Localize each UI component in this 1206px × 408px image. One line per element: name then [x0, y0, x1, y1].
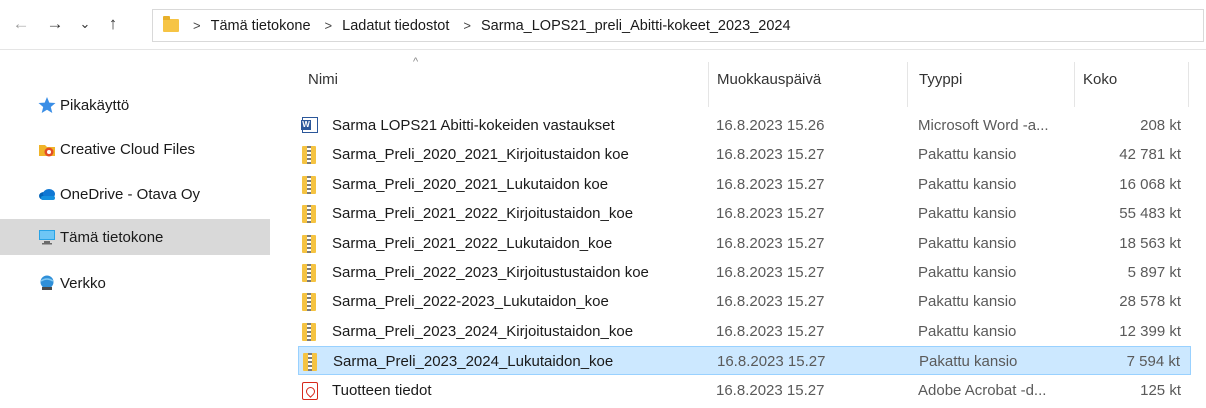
sidebar-item-quick-access[interactable]: Pikakäyttö: [0, 87, 270, 123]
file-size: 42 781 kt: [1119, 146, 1181, 164]
up-arrow-icon[interactable]: ↑: [100, 10, 126, 38]
back-arrow-icon[interactable]: ←: [8, 10, 34, 38]
file-type: Pakattu kansio: [918, 175, 1017, 193]
sidebar-item-label: Creative Cloud Files: [60, 140, 196, 158]
creative-cloud-icon: [39, 145, 55, 157]
file-row[interactable]: Sarma_Preli_2021_2022_Lukutaidon_koe 16.8…: [298, 229, 1191, 258]
file-row[interactable]: Tuotteen tiedot 16.8.2023 15.27 Adobe Acro…: [298, 376, 1191, 405]
file-name: Sarma_Preli_2021_2022_Kirjoitustaidon_ko…: [332, 205, 634, 223]
sidebar-item-label: Pikakäyttö: [60, 96, 130, 114]
folder-icon: [163, 16, 179, 32]
file-type: Pakattu kansio: [918, 293, 1017, 311]
sidebar-item-this-pc[interactable]: Tämä tietokone: [0, 219, 270, 255]
file-type: Microsoft Word -a...: [918, 117, 1049, 134]
forward-arrow-icon[interactable]: →: [42, 10, 68, 38]
onedrive-cloud-icon: [39, 189, 55, 200]
file-size: 16 068 kt: [1119, 175, 1181, 193]
sidebar-item-label: Verkko: [60, 274, 106, 292]
file-name: Sarma_Preli_2021_2022_Lukutaidon_koe: [332, 234, 613, 252]
breadcrumb-downloads[interactable]: Ladatut tiedostot: [342, 18, 449, 34]
file-name: Sarma_Preli_2022_2023_Kirjoitustustaidon…: [332, 264, 649, 281]
zip-folder-icon: [302, 175, 318, 194]
file-date-modified: 16.8.2023 15.27: [716, 264, 825, 281]
file-date-modified: 16.8.2023 15.27: [716, 293, 825, 311]
file-size: 12 399 kt: [1119, 322, 1181, 340]
file-name: Sarma_Preli_2023_2024_Lukutaidon_koe: [333, 353, 614, 371]
file-date-modified: 16.8.2023 15.27: [716, 175, 825, 193]
zip-folder-icon: [302, 293, 318, 312]
network-icon: [40, 275, 54, 290]
pane-splitter[interactable]: [270, 51, 271, 408]
column-divider[interactable]: [907, 62, 908, 107]
file-row[interactable]: W Sarma LOPS21 Abitti-kokeiden vastaukset…: [298, 111, 1191, 140]
breadcrumb-separator[interactable]: >: [463, 18, 471, 33]
file-date-modified: 16.8.2023 15.27: [716, 146, 825, 164]
file-name: Sarma_Preli_2020_2021_Lukutaidon koe: [332, 175, 609, 193]
file-name: Sarma LOPS21 Abitti-kokeiden vastaukset: [332, 117, 615, 134]
file-date-modified: 16.8.2023 15.27: [717, 353, 826, 371]
word-document-icon: W: [301, 117, 318, 134]
file-size: 208 kt: [1140, 117, 1181, 134]
file-row[interactable]: Sarma_Preli_2020_2021_Lukutaidon koe 16.8…: [298, 170, 1191, 199]
zip-folder-icon: [302, 205, 318, 224]
file-date-modified: 16.8.2023 15.27: [716, 205, 825, 223]
navigation-bar: ← → ⌄ ↑ > Tämä tietokone > Ladatut tiedo…: [0, 0, 1206, 50]
breadcrumb-current-folder[interactable]: Sarma_LOPS21_preli_Abitti-kokeet_2023_20…: [481, 18, 791, 34]
file-size: 28 578 kt: [1119, 293, 1181, 311]
file-row[interactable]: Sarma_Preli_2022_2023_Kirjoitustustaidon…: [298, 258, 1191, 287]
zip-folder-icon: [302, 264, 318, 282]
column-header-size[interactable]: Koko: [1083, 51, 1183, 107]
file-size: 125 kt: [1140, 381, 1181, 399]
file-name: Sarma_Preli_2023_2024_Kirjoitustaidon_ko…: [332, 322, 634, 340]
address-bar[interactable]: > Tämä tietokone > Ladatut tiedostot > S…: [152, 9, 1204, 42]
file-type: Pakattu kansio: [918, 205, 1017, 223]
breadcrumb-separator[interactable]: >: [325, 18, 333, 33]
sidebar-item-label: OneDrive - Otava Oy: [60, 185, 201, 203]
pdf-document-icon: [302, 381, 318, 400]
file-date-modified: 16.8.2023 15.27: [716, 381, 825, 399]
column-header-date-modified[interactable]: Muokkauspäivä: [717, 51, 907, 107]
file-date-modified: 16.8.2023 15.26: [716, 117, 825, 134]
file-row[interactable]: Sarma_Preli_2021_2022_Kirjoitustaidon_ko…: [298, 199, 1191, 228]
file-type: Pakattu kansio: [919, 353, 1018, 371]
file-size: 7 594 kt: [1126, 353, 1180, 371]
breadcrumb-separator[interactable]: >: [193, 18, 201, 33]
zip-folder-icon: [302, 146, 318, 165]
file-name: Tuotteen tiedot: [332, 381, 432, 399]
sidebar-item-network[interactable]: Verkko: [0, 265, 270, 301]
sidebar-item-label: Tämä tietokone: [60, 228, 164, 246]
file-type: Adobe Acrobat -d...: [918, 381, 1047, 399]
file-type: Pakattu kansio: [918, 322, 1017, 340]
file-size: 55 483 kt: [1119, 205, 1181, 223]
file-name: Sarma_Preli_2022-2023_Lukutaidon_koe: [332, 293, 609, 311]
file-date-modified: 16.8.2023 15.27: [716, 234, 825, 252]
file-date-modified: 16.8.2023 15.27: [716, 322, 825, 340]
file-type: Pakattu kansio: [918, 264, 1017, 281]
computer-icon: [39, 230, 55, 245]
navigation-pane: Pikakäyttö Creative Cloud Files OneDrive…: [0, 51, 270, 408]
column-header-name[interactable]: Nimi: [308, 51, 708, 107]
file-size: 18 563 kt: [1119, 234, 1181, 252]
column-divider[interactable]: [1188, 62, 1189, 107]
sidebar-item-onedrive[interactable]: OneDrive - Otava Oy: [0, 176, 270, 212]
file-type: Pakattu kansio: [918, 234, 1017, 252]
column-divider[interactable]: [708, 62, 709, 107]
file-name: Sarma_Preli_2020_2021_Kirjoitustaidon ko…: [332, 146, 629, 164]
column-header-type[interactable]: Tyyppi: [919, 51, 1074, 107]
file-size: 5 897 kt: [1127, 264, 1181, 281]
file-row[interactable]: Sarma_Preli_2023_2024_Kirjoitustaidon_ko…: [298, 317, 1191, 346]
star-icon: [38, 97, 56, 113]
file-row[interactable]: Sarma_Preli_2022-2023_Lukutaidon_koe 16.8…: [298, 287, 1191, 316]
file-type: Pakattu kansio: [918, 146, 1017, 164]
recent-locations-chevron-icon[interactable]: ⌄: [72, 10, 98, 38]
sidebar-item-creative-cloud[interactable]: Creative Cloud Files: [0, 131, 270, 167]
file-row[interactable]: Sarma_Preli_2023_2024_Lukutaidon_koe 16.8…: [298, 346, 1191, 376]
zip-folder-icon: [303, 353, 319, 372]
zip-folder-icon: [302, 322, 318, 341]
column-divider[interactable]: [1074, 62, 1075, 107]
zip-folder-icon: [302, 234, 318, 253]
breadcrumb-this-pc[interactable]: Tämä tietokone: [211, 18, 311, 34]
file-row[interactable]: Sarma_Preli_2020_2021_Kirjoitustaidon ko…: [298, 140, 1191, 169]
